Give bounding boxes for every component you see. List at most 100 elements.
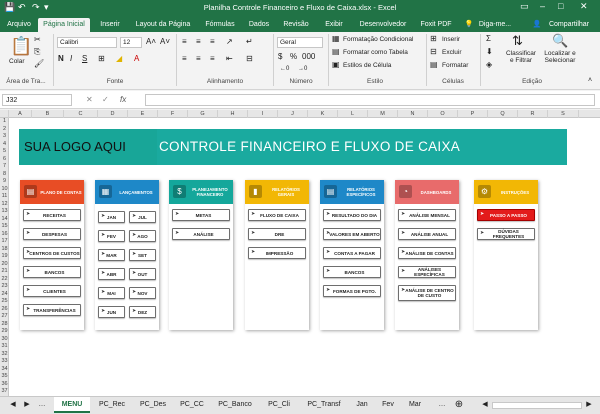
confirm-entry-icon[interactable]: ✓: [102, 95, 109, 105]
row-header-26[interactable]: 26: [0, 306, 9, 314]
row-header-6[interactable]: 6: [0, 156, 9, 164]
row-header-1[interactable]: 1: [0, 118, 9, 126]
delete-cells-button[interactable]: Excluir: [442, 49, 462, 56]
cut-icon[interactable]: ✂: [34, 35, 41, 45]
month-button-jun[interactable]: ➤ JUN: [98, 306, 125, 318]
worksheet[interactable]: SUA LOGO AQUI CONTROLE FINANCEIRO E FLUX…: [9, 118, 600, 396]
row-header-5[interactable]: 5: [0, 148, 9, 156]
nav-button-análise-mensal[interactable]: ➤ ANÁLISE MENSAL: [398, 209, 456, 221]
align-bottom-icon[interactable]: ≡: [210, 37, 215, 47]
merge-icon[interactable]: ⊟: [246, 54, 253, 64]
row-header-15[interactable]: 15: [0, 223, 9, 231]
row-header-7[interactable]: 7: [0, 163, 9, 171]
nav-button-análise-de-contas[interactable]: ➤ ANÁLISE DE CONTAS: [398, 247, 456, 259]
orientation-icon[interactable]: ↗: [226, 37, 233, 47]
font-color-icon[interactable]: A: [134, 54, 139, 64]
format-table-button[interactable]: Formatar como Tabela: [343, 49, 408, 56]
format-cells-button[interactable]: Formatar: [442, 62, 468, 69]
tab-desenvolvedor[interactable]: Desenvolvedor: [354, 18, 412, 32]
bold-icon[interactable]: N: [58, 54, 64, 64]
row-header-20[interactable]: 20: [0, 261, 9, 269]
month-button-abr[interactable]: ➤ ABR: [98, 268, 125, 280]
maximize-icon[interactable]: □: [558, 1, 563, 11]
row-header-37[interactable]: 37: [0, 388, 9, 396]
column-header-f[interactable]: F: [158, 110, 188, 118]
row-header-18[interactable]: 18: [0, 246, 9, 254]
more-sheets-icon[interactable]: …: [36, 397, 48, 413]
row-header-17[interactable]: 17: [0, 238, 9, 246]
row-header-22[interactable]: 22: [0, 276, 9, 284]
scroll-left-icon[interactable]: ◀: [480, 397, 490, 413]
clear-icon[interactable]: ◈: [486, 60, 492, 70]
fill-color-icon[interactable]: ◢: [116, 54, 122, 64]
wrap-text-icon[interactable]: ↵: [246, 37, 253, 47]
row-header-32[interactable]: 32: [0, 351, 9, 359]
align-left-icon[interactable]: ≡: [182, 54, 187, 64]
card-6-header[interactable]: ◔ DASHBOARDS: [395, 180, 459, 204]
column-header-q[interactable]: Q: [488, 110, 518, 118]
grow-font-icon[interactable]: A˄: [146, 37, 156, 47]
align-right-icon[interactable]: ≡: [210, 54, 215, 64]
nav-button-metas[interactable]: ➤ METAS: [172, 209, 230, 221]
row-header-13[interactable]: 13: [0, 208, 9, 216]
column-header-j[interactable]: J: [278, 110, 308, 118]
row-header-4[interactable]: 4: [0, 141, 9, 149]
close-icon[interactable]: ✕: [580, 1, 588, 12]
currency-icon[interactable]: $: [278, 52, 282, 62]
format-painter-icon[interactable]: 🖌: [34, 59, 44, 69]
italic-icon[interactable]: I: [70, 54, 72, 64]
fill-icon[interactable]: ⬇: [486, 47, 493, 57]
row-header-10[interactable]: 10: [0, 186, 9, 194]
sheet-tab-pc-transf[interactable]: PC_Transf: [300, 397, 348, 413]
sheet-tab-mar[interactable]: Mar: [402, 397, 428, 413]
nav-button-bancos[interactable]: ➤ BANCOS: [23, 266, 81, 278]
insert-cells-button[interactable]: Inserir: [442, 36, 460, 43]
month-button-set[interactable]: ➤ SET: [129, 249, 156, 261]
collapse-ribbon-icon[interactable]: ˄: [588, 76, 592, 86]
sheet-tab-pc-rec[interactable]: PC_Rec: [92, 397, 132, 413]
prev-sheet-icon[interactable]: ◀: [8, 397, 18, 413]
row-header-23[interactable]: 23: [0, 283, 9, 291]
tab-layout[interactable]: Layout da Página: [130, 18, 196, 32]
sheet-tab-menu[interactable]: MENU: [54, 397, 90, 413]
nav-button-clientes[interactable]: ➤ CLIENTES: [23, 285, 81, 297]
select-all-corner[interactable]: [0, 110, 9, 118]
column-header-d[interactable]: D: [98, 110, 128, 118]
tab-exibir[interactable]: Exibir: [318, 18, 350, 32]
nav-button-resultado-do-dia[interactable]: ➤ RESULTADO DO DIA: [323, 209, 381, 221]
nav-button-fluxo-de-caixa[interactable]: ➤ FLUXO DE CAIXA: [248, 209, 306, 221]
column-header-p[interactable]: P: [458, 110, 488, 118]
autosum-icon[interactable]: Σ: [486, 34, 491, 44]
row-header-24[interactable]: 24: [0, 291, 9, 299]
nav-button-formas-de-pgto-[interactable]: ➤ FORMAS DE PGTO.: [323, 285, 381, 297]
sort-filter-button[interactable]: Classificar e Filtrar: [504, 50, 538, 64]
tab-formulas[interactable]: Fórmulas: [200, 18, 240, 32]
nav-button-centros-de-custos[interactable]: ➤ CENTROS DE CUSTOS: [23, 247, 81, 259]
cancel-entry-icon[interactable]: ✕: [86, 95, 93, 105]
share-button[interactable]: Compartilhar: [542, 18, 596, 32]
underline-icon[interactable]: S: [82, 54, 87, 64]
indent-icon[interactable]: ⇤: [226, 54, 233, 64]
row-header-31[interactable]: 31: [0, 343, 9, 351]
tab-inserir[interactable]: Inserir: [94, 18, 126, 32]
sheet-tab-pc-banco[interactable]: PC_Banco: [212, 397, 258, 413]
row-header-12[interactable]: 12: [0, 201, 9, 209]
card-2-header[interactable]: ▦ LANÇAMENTOS: [95, 180, 159, 204]
next-sheet-icon[interactable]: ▶: [22, 397, 32, 413]
card-5-header[interactable]: ▤ RELATÓRIOS ESPECÍFICOS: [320, 180, 384, 204]
tab-arquivo[interactable]: Arquivo: [2, 18, 36, 32]
nav-button-transferências[interactable]: ➤ TRANSFERÊNCIAS: [23, 304, 81, 316]
more-tabs-icon[interactable]: …: [436, 397, 448, 413]
month-button-mai[interactable]: ➤ MAI: [98, 287, 125, 299]
ribbon-display-icon[interactable]: ▭: [520, 1, 529, 12]
column-header-e[interactable]: E: [128, 110, 158, 118]
column-header-c[interactable]: C: [64, 110, 98, 118]
nav-button-análise[interactable]: ➤ ANÁLISE: [172, 228, 230, 240]
borders-icon[interactable]: ⊞: [98, 54, 105, 64]
tab-dados[interactable]: Dados: [244, 18, 274, 32]
nav-button-impressão[interactable]: ➤ IMPRESSÃO: [248, 247, 306, 259]
increase-decimal-icon[interactable]: ←0: [280, 64, 289, 74]
tab-revisao[interactable]: Revisão: [278, 18, 314, 32]
row-header-33[interactable]: 33: [0, 358, 9, 366]
row-header-34[interactable]: 34: [0, 366, 9, 374]
